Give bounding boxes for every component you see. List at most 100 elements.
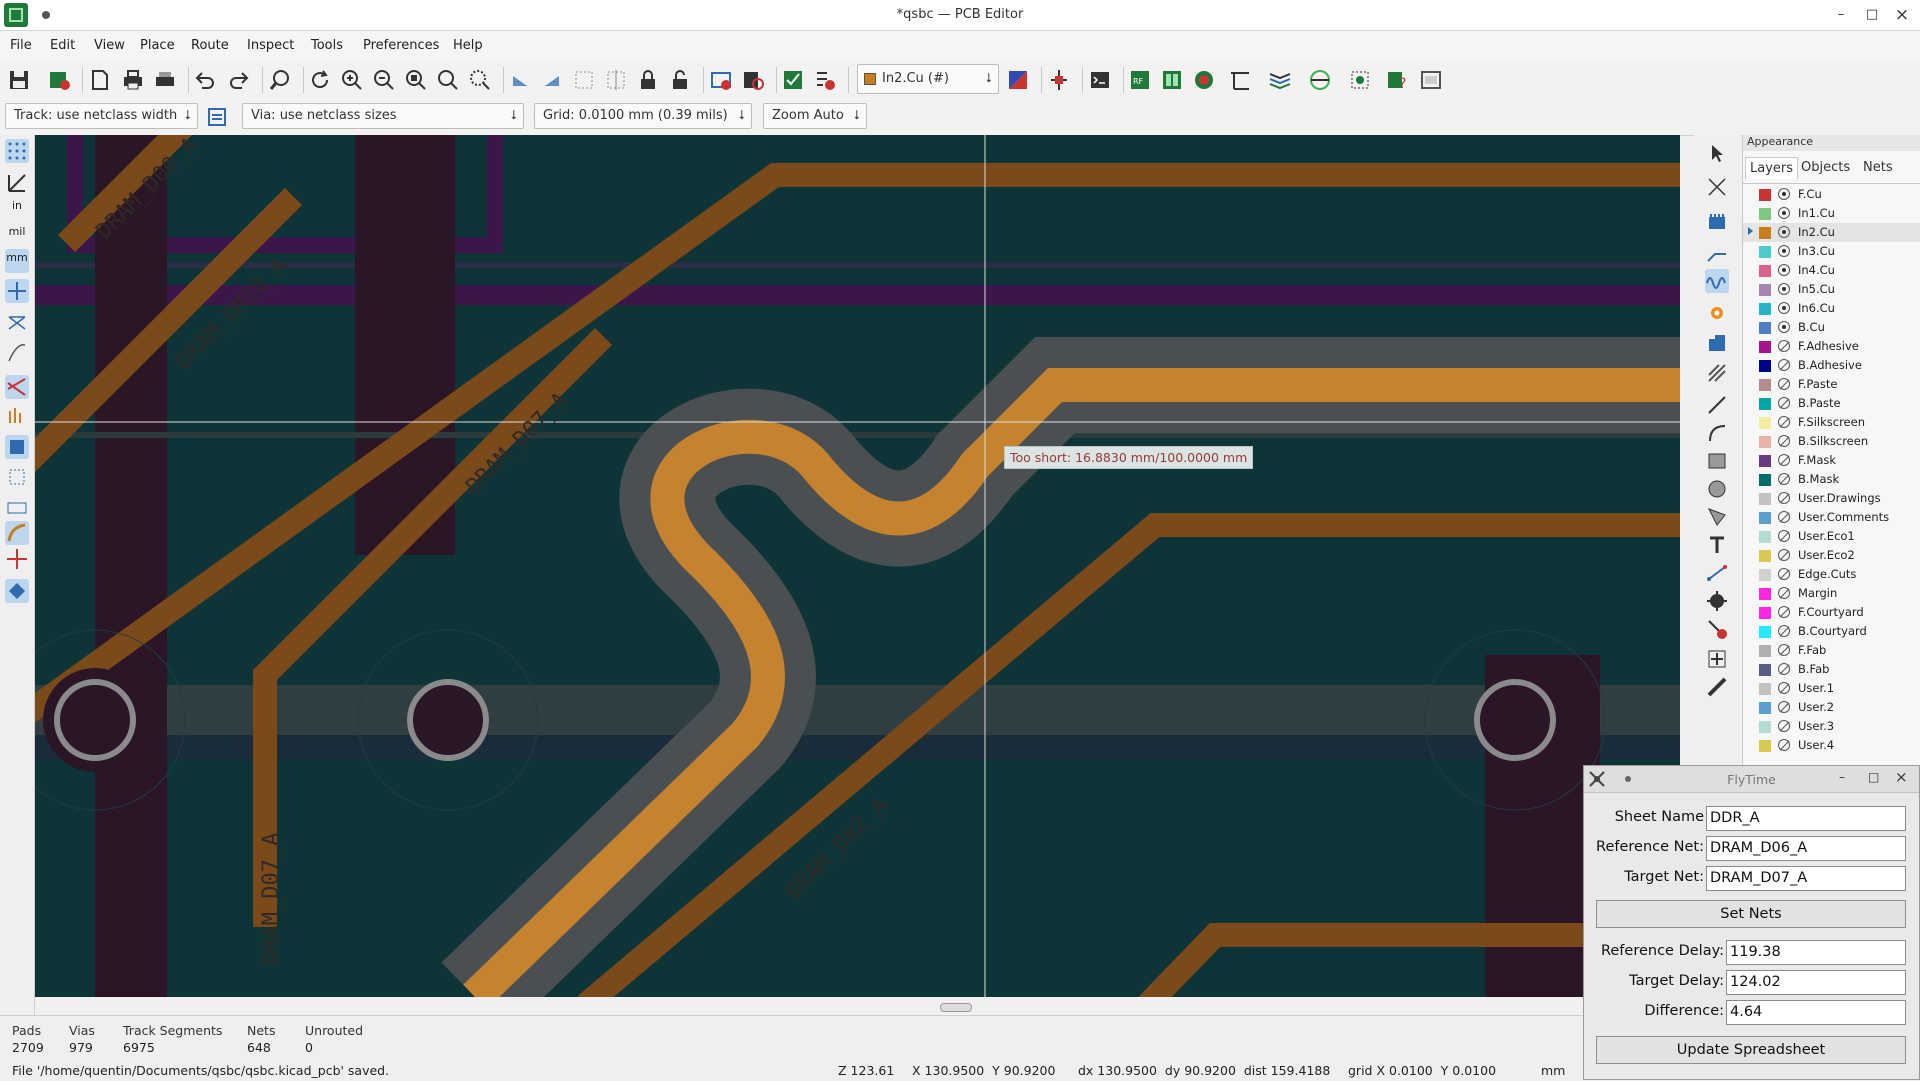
layer-color-swatch[interactable] <box>1759 284 1771 296</box>
eye-icon[interactable] <box>1778 245 1790 257</box>
layer-color-swatch[interactable] <box>1759 265 1771 277</box>
menu-tools[interactable]: Tools <box>311 38 343 53</box>
flytime-minimize-button[interactable]: – <box>1839 770 1845 784</box>
layer-color-swatch[interactable] <box>1759 436 1771 448</box>
update-pcb-icon[interactable] <box>781 68 805 92</box>
eye-hidden-icon[interactable] <box>1778 739 1790 751</box>
target-net-field[interactable]: DRAM_D07_A <box>1706 866 1906 891</box>
measure-tool-icon[interactable] <box>1705 675 1729 699</box>
track-width-dropdown[interactable]: Track: use netclass width ⭣ <box>5 103 198 129</box>
net-inspector-icon[interactable] <box>1047 68 1071 92</box>
eye-hidden-icon[interactable] <box>1778 473 1790 485</box>
mirror-icon[interactable] <box>572 68 596 92</box>
ibom-plugin-icon[interactable] <box>1419 68 1443 92</box>
menu-help[interactable]: Help <box>453 38 483 53</box>
layer-color-swatch[interactable] <box>1759 607 1771 619</box>
select-arrow-icon[interactable] <box>1705 141 1729 165</box>
horizontal-scrollbar[interactable] <box>35 997 1680 1015</box>
layer-color-swatch[interactable] <box>1759 664 1771 676</box>
units-mm-button[interactable]: mm <box>5 249 29 273</box>
zoom-in-icon[interactable] <box>340 68 364 92</box>
set-nets-button[interactable]: Set Nets <box>1596 900 1906 928</box>
diff-pair-icon[interactable] <box>1308 68 1332 92</box>
eye-icon[interactable] <box>1778 283 1790 295</box>
eye-hidden-icon[interactable] <box>1778 378 1790 390</box>
page-settings-icon[interactable] <box>88 68 112 92</box>
refresh-icon[interactable] <box>308 68 332 92</box>
layer-color-swatch[interactable] <box>1759 702 1771 714</box>
layer-row[interactable]: In4.Cu <box>1743 261 1920 280</box>
add-footprint-icon[interactable] <box>1705 211 1729 235</box>
cursor-shape-icon[interactable] <box>5 279 29 303</box>
layer-color-swatch[interactable] <box>1759 246 1771 258</box>
track-fill-icon[interactable] <box>5 495 29 519</box>
update-spreadsheet-button[interactable]: Update Spreadsheet <box>1596 1036 1906 1064</box>
layer-row[interactable]: User.Eco2 <box>1743 546 1920 565</box>
eye-hidden-icon[interactable] <box>1778 530 1790 542</box>
layer-color-swatch[interactable] <box>1759 379 1771 391</box>
layer-color-swatch[interactable] <box>1759 569 1771 581</box>
eye-icon[interactable] <box>1778 321 1790 333</box>
layer-color-swatch[interactable] <box>1759 740 1771 752</box>
eye-hidden-icon[interactable] <box>1778 416 1790 428</box>
layer-color-swatch[interactable] <box>1759 398 1771 410</box>
layer-row[interactable]: User.Comments <box>1743 508 1920 527</box>
footprint-tools-icon[interactable] <box>1160 68 1184 92</box>
delete-tool-icon[interactable] <box>1705 617 1729 641</box>
eye-icon[interactable] <box>1778 226 1790 238</box>
layer-color-swatch[interactable] <box>1759 303 1771 315</box>
layer-row[interactable]: User.4 <box>1743 736 1920 755</box>
menu-place[interactable]: Place <box>140 38 175 53</box>
drc-icon[interactable] <box>813 68 837 92</box>
draw-circle-icon[interactable] <box>1705 477 1729 501</box>
zoom-dropdown[interactable]: Zoom Auto ⭣ <box>763 103 867 129</box>
layer-row[interactable]: F.Paste <box>1743 375 1920 394</box>
tab-layers[interactable]: Layers <box>1745 157 1799 179</box>
layer-color-swatch[interactable] <box>1759 550 1771 562</box>
layer-color-swatch[interactable] <box>1759 512 1771 524</box>
layer-color-swatch[interactable] <box>1759 645 1771 657</box>
eye-hidden-icon[interactable] <box>1778 397 1790 409</box>
tab-nets[interactable]: Nets <box>1859 157 1897 178</box>
menu-file[interactable]: File <box>10 38 32 53</box>
layers-stack-icon[interactable] <box>1268 68 1292 92</box>
set-origin-icon[interactable] <box>1705 647 1729 671</box>
layer-color-swatch[interactable] <box>1759 322 1771 334</box>
eye-hidden-icon[interactable] <box>1778 492 1790 504</box>
layer-row[interactable]: F.Fab <box>1743 641 1920 660</box>
footprint-editor-icon[interactable] <box>709 68 733 92</box>
units-inch-button[interactable]: in <box>5 197 29 221</box>
layer-color-swatch[interactable] <box>1759 474 1771 486</box>
layer-row[interactable]: In2.Cu <box>1743 223 1920 242</box>
via-size-dropdown[interactable]: Via: use netclass sizes ⭣ <box>242 103 524 129</box>
layer-color-swatch[interactable] <box>1759 208 1771 220</box>
menu-view[interactable]: View <box>94 38 125 53</box>
length-tuner-icon[interactable] <box>1228 68 1252 92</box>
layer-row[interactable]: B.Paste <box>1743 394 1920 413</box>
footprint-browser-icon[interactable] <box>741 68 765 92</box>
pad-fill-icon[interactable] <box>5 435 29 459</box>
pcb-canvas[interactable]: DRAM_D00_A DRAM_DMI0_A DRAM_D07_A DRAM_D… <box>35 135 1680 997</box>
route-track-icon[interactable] <box>1705 241 1729 265</box>
zoom-objects-icon[interactable] <box>436 68 460 92</box>
layer-row[interactable]: User.3 <box>1743 717 1920 736</box>
layer-color-swatch[interactable] <box>1759 493 1771 505</box>
eye-hidden-icon[interactable] <box>1778 701 1790 713</box>
eye-icon[interactable] <box>1778 302 1790 314</box>
reference-delay-field[interactable]: 119.38 <box>1726 940 1906 965</box>
layer-row[interactable]: F.Courtyard <box>1743 603 1920 622</box>
layer-row[interactable]: B.Fab <box>1743 660 1920 679</box>
target-delay-field[interactable]: 124.02 <box>1726 970 1906 995</box>
eye-hidden-icon[interactable] <box>1778 435 1790 447</box>
board-setup-icon[interactable] <box>47 68 71 92</box>
appearance-panel-icon[interactable] <box>5 579 29 603</box>
undo-icon[interactable] <box>193 68 217 92</box>
zones-display-icon[interactable] <box>5 375 29 399</box>
flytime-maximize-button[interactable]: □ <box>1868 770 1879 784</box>
find-icon[interactable] <box>268 68 292 92</box>
layer-color-swatch[interactable] <box>1759 683 1771 695</box>
layer-color-swatch[interactable] <box>1759 531 1771 543</box>
rf-tools-icon[interactable]: RF <box>1128 68 1152 92</box>
select-connection-icon[interactable] <box>1348 68 1372 92</box>
layer-color-swatch[interactable] <box>1759 341 1771 353</box>
